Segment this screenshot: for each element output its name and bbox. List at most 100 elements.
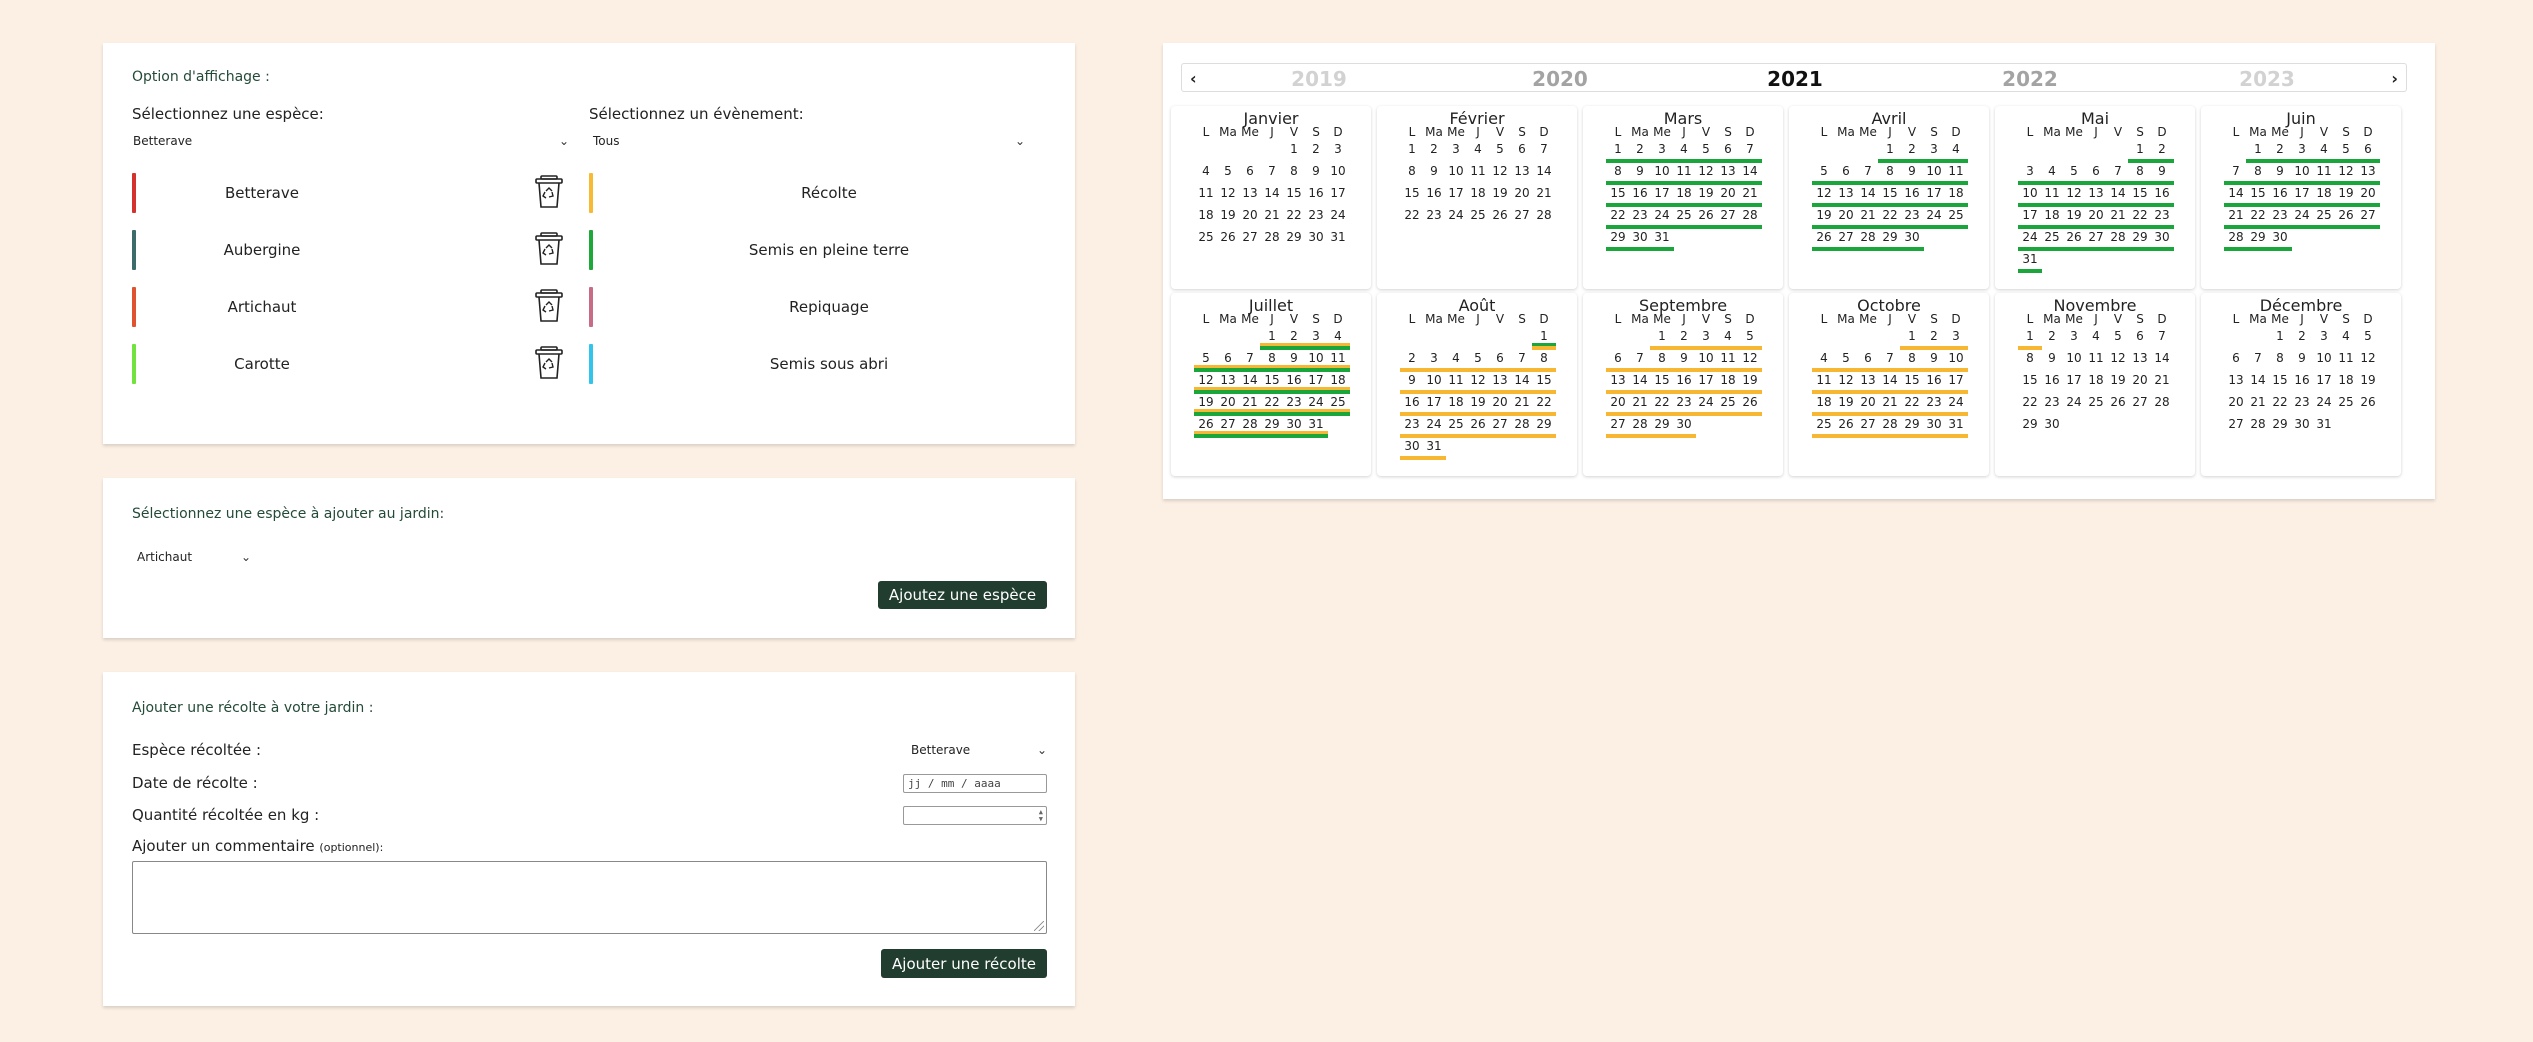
calendar-day[interactable]: 11 [1327, 351, 1349, 365]
calendar-day[interactable]: 20 [1717, 186, 1739, 200]
calendar-day[interactable]: 23 [2041, 395, 2063, 409]
calendar-day[interactable]: 4 [1467, 142, 1489, 156]
calendar-day[interactable]: 15 [1401, 186, 1423, 200]
calendar-day[interactable]: 30 [2291, 417, 2313, 431]
calendar-day[interactable]: 24 [1327, 208, 1349, 222]
calendar-day[interactable]: 8 [1607, 164, 1629, 178]
calendar-day[interactable]: 25 [1445, 417, 1467, 431]
calendar-day[interactable]: 27 [2357, 208, 2379, 222]
calendar-day[interactable]: 15 [1283, 186, 1305, 200]
calendar-day[interactable]: 10 [1651, 164, 1673, 178]
calendar-day[interactable]: 14 [1239, 373, 1261, 387]
calendar-day[interactable]: 31 [1327, 230, 1349, 244]
calendar-day[interactable]: 22 [2247, 208, 2269, 222]
calendar-day[interactable]: 25 [1195, 230, 1217, 244]
calendar-day[interactable]: 28 [1511, 417, 1533, 431]
calendar-day[interactable]: 10 [1327, 164, 1349, 178]
calendar-day[interactable]: 29 [1261, 417, 1283, 431]
calendar-day[interactable]: 26 [1835, 417, 1857, 431]
calendar-day[interactable]: 5 [2063, 164, 2085, 178]
calendar-day[interactable]: 21 [1739, 186, 1761, 200]
calendar-day[interactable]: 6 [2129, 329, 2151, 343]
calendar-day[interactable]: 17 [1305, 373, 1327, 387]
calendar-day[interactable]: 27 [2129, 395, 2151, 409]
calendar-day[interactable]: 19 [2107, 373, 2129, 387]
calendar-day[interactable]: 1 [1533, 329, 1555, 343]
calendar-day[interactable]: 21 [1857, 208, 1879, 222]
calendar-day[interactable]: 22 [1651, 395, 1673, 409]
calendar-day[interactable]: 25 [1717, 395, 1739, 409]
calendar-day[interactable]: 6 [1217, 351, 1239, 365]
add-species-select[interactable]: Artichaut ⌄ [137, 550, 251, 564]
calendar-day[interactable]: 28 [1261, 230, 1283, 244]
calendar-day[interactable]: 16 [1923, 373, 1945, 387]
calendar-day[interactable]: 22 [1879, 208, 1901, 222]
calendar-day[interactable]: 18 [1467, 186, 1489, 200]
calendar-day[interactable]: 10 [2291, 164, 2313, 178]
calendar-day[interactable]: 4 [2085, 329, 2107, 343]
calendar-day[interactable]: 24 [1423, 417, 1445, 431]
calendar-day[interactable]: 30 [1629, 230, 1651, 244]
calendar-day[interactable]: 24 [1945, 395, 1967, 409]
prev-year-arrow-icon[interactable]: ‹ [1190, 69, 1197, 88]
calendar-day[interactable]: 15 [2247, 186, 2269, 200]
calendar-day[interactable]: 16 [2151, 186, 2173, 200]
calendar-day[interactable]: 29 [1651, 417, 1673, 431]
calendar-day[interactable]: 4 [2041, 164, 2063, 178]
year-tab-2020[interactable]: 2020 [1532, 67, 1588, 91]
calendar-day[interactable]: 19 [1813, 208, 1835, 222]
calendar-day[interactable]: 12 [1489, 164, 1511, 178]
calendar-day[interactable]: 9 [1629, 164, 1651, 178]
calendar-day[interactable]: 3 [1423, 351, 1445, 365]
calendar-day[interactable]: 30 [1673, 417, 1695, 431]
calendar-day[interactable]: 8 [1401, 164, 1423, 178]
calendar-day[interactable]: 21 [2151, 373, 2173, 387]
calendar-day[interactable]: 30 [2151, 230, 2173, 244]
calendar-day[interactable]: 12 [2107, 351, 2129, 365]
calendar-day[interactable]: 19 [1489, 186, 1511, 200]
calendar-day[interactable]: 23 [1901, 208, 1923, 222]
calendar-day[interactable]: 20 [2085, 208, 2107, 222]
number-spinner-icon[interactable]: ▲ ▼ [1039, 809, 1043, 823]
calendar-day[interactable]: 9 [1923, 351, 1945, 365]
calendar-day[interactable]: 20 [1857, 395, 1879, 409]
calendar-day[interactable]: 30 [1283, 417, 1305, 431]
calendar-day[interactable]: 26 [2335, 208, 2357, 222]
calendar-day[interactable]: 26 [1195, 417, 1217, 431]
calendar-day[interactable]: 3 [2291, 142, 2313, 156]
calendar-day[interactable]: 15 [1607, 186, 1629, 200]
calendar-day[interactable]: 11 [1195, 186, 1217, 200]
calendar-day[interactable]: 17 [1923, 186, 1945, 200]
calendar-day[interactable]: 10 [1695, 351, 1717, 365]
calendar-day[interactable]: 6 [1835, 164, 1857, 178]
calendar-day[interactable]: 12 [1813, 186, 1835, 200]
calendar-day[interactable]: 7 [1261, 164, 1283, 178]
calendar-day[interactable]: 8 [1879, 164, 1901, 178]
calendar-day[interactable]: 7 [1857, 164, 1879, 178]
calendar-day[interactable]: 13 [1217, 373, 1239, 387]
calendar-day[interactable]: 8 [2269, 351, 2291, 365]
calendar-day[interactable]: 7 [1533, 142, 1555, 156]
calendar-day[interactable]: 26 [1467, 417, 1489, 431]
calendar-day[interactable]: 25 [2041, 230, 2063, 244]
calendar-day[interactable]: 12 [2335, 164, 2357, 178]
calendar-day[interactable]: 1 [1261, 329, 1283, 343]
calendar-day[interactable]: 22 [1283, 208, 1305, 222]
calendar-day[interactable]: 24 [1923, 208, 1945, 222]
calendar-day[interactable]: 14 [2151, 351, 2173, 365]
calendar-day[interactable]: 21 [1533, 186, 1555, 200]
harvest-qty-input[interactable]: ▲ ▼ [903, 806, 1047, 825]
calendar-day[interactable]: 13 [1511, 164, 1533, 178]
calendar-day[interactable]: 27 [1489, 417, 1511, 431]
calendar-day[interactable]: 25 [1467, 208, 1489, 222]
calendar-day[interactable]: 28 [2247, 417, 2269, 431]
calendar-day[interactable]: 10 [2313, 351, 2335, 365]
calendar-day[interactable]: 28 [1857, 230, 1879, 244]
calendar-day[interactable]: 25 [2085, 395, 2107, 409]
calendar-day[interactable]: 15 [1651, 373, 1673, 387]
calendar-day[interactable]: 10 [2063, 351, 2085, 365]
calendar-day[interactable]: 5 [1695, 142, 1717, 156]
calendar-day[interactable]: 21 [1511, 395, 1533, 409]
calendar-day[interactable]: 1 [1283, 142, 1305, 156]
calendar-day[interactable]: 1 [1651, 329, 1673, 343]
